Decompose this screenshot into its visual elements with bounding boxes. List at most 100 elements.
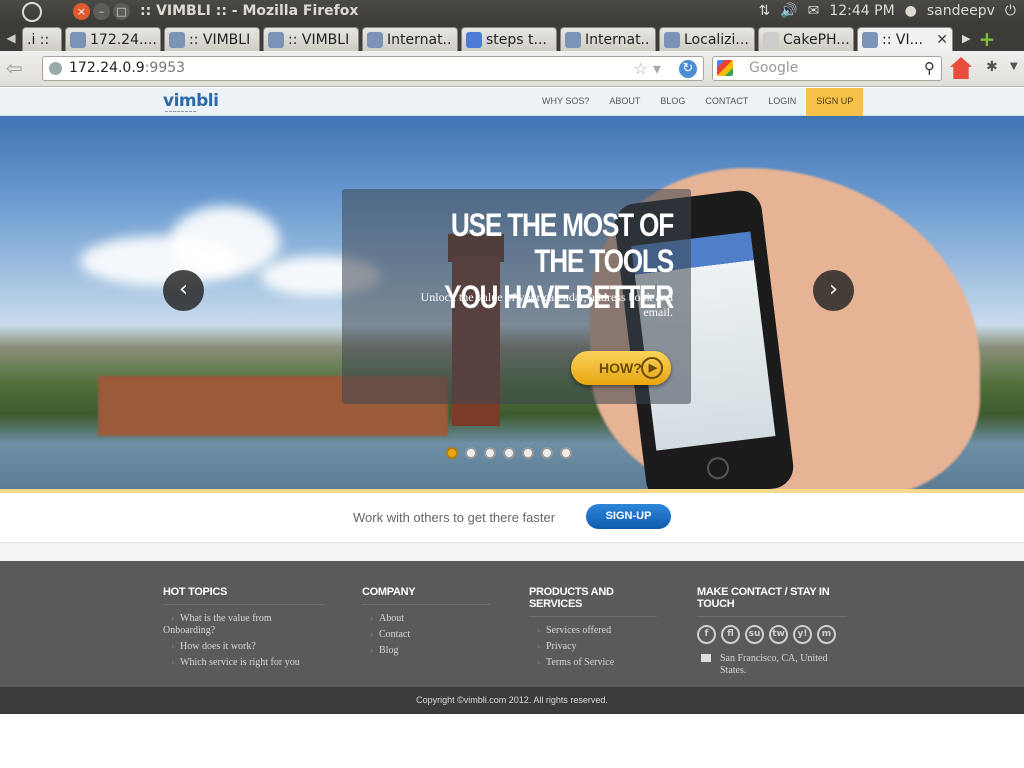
footer-link[interactable]: Privacy	[529, 641, 657, 653]
carousel-dot[interactable]	[541, 447, 553, 459]
network-icon[interactable]: ⇅	[758, 3, 770, 19]
footer-link[interactable]: Contact	[362, 629, 490, 641]
site-footer: HOT TOPICS What is the value from Onboar…	[0, 561, 1024, 687]
signup-button[interactable]: SIGN-UP	[586, 504, 671, 529]
ubuntu-logo-icon[interactable]	[22, 2, 42, 22]
page-favicon-icon	[664, 31, 680, 48]
footer-link[interactable]: Blog	[362, 645, 490, 657]
url-bar[interactable]: 172.24.0.9:9953 ☆ ▾ ↻	[42, 56, 704, 81]
volume-icon[interactable]: 🔊	[780, 3, 797, 19]
footer-link[interactable]: What is the value from Onboarding?	[163, 613, 325, 637]
tab-bar: ◀ .i :: 172.24.... :: VIMBLI :: :: VIMBL…	[0, 24, 1024, 51]
globe-icon	[49, 62, 62, 75]
email-icon[interactable]: m	[817, 625, 836, 644]
footer-contact: MAKE CONTACT / STAY IN TOUCH f fl su tw …	[697, 586, 847, 677]
tab[interactable]: Localizi...	[659, 27, 755, 51]
carousel-dot[interactable]	[446, 447, 458, 459]
play-arrow-icon: ▶	[641, 357, 663, 379]
new-tab-icon[interactable]: +	[978, 27, 995, 51]
google-search-engine-icon[interactable]	[717, 60, 733, 76]
hero-slider: USE THE MOST OF THE TOOLS YOU HAVE BETTE…	[0, 116, 1024, 489]
footer-heading: COMPANY	[362, 586, 490, 605]
toolbar-menu-arrow-icon[interactable]: ▼	[1010, 61, 1018, 72]
stumbleupon-icon[interactable]: su	[745, 625, 764, 644]
minimize-window-icon[interactable]: –	[93, 3, 110, 20]
pma-favicon-icon	[70, 31, 86, 48]
nav-signup[interactable]: SIGN UP	[806, 88, 864, 116]
url-port: :9953	[144, 60, 186, 76]
tab[interactable]: :: VIMBLI ::	[164, 27, 260, 51]
tab[interactable]: steps t...	[461, 27, 557, 51]
tab[interactable]: Internat...	[362, 27, 458, 51]
footer-link[interactable]: Services offered	[529, 625, 657, 637]
close-window-icon[interactable]: ×	[73, 3, 90, 20]
social-icons: f fl su tw y! m	[697, 625, 847, 644]
twitter-icon[interactable]: tw	[769, 625, 788, 644]
location-book-icon	[701, 654, 711, 662]
carousel-dots	[446, 447, 572, 459]
google-favicon-icon	[466, 31, 482, 48]
copyright-bar: Copyright ©vimbli.com 2012. All rights r…	[0, 687, 1024, 714]
url-host: 172.24.0.9	[69, 60, 145, 76]
footer-link[interactable]: Terms of Service	[529, 657, 657, 669]
facebook-icon[interactable]: f	[697, 625, 716, 644]
nav-contact[interactable]: CONTACT	[695, 88, 758, 116]
footer-company: COMPANY About Contact Blog	[362, 586, 490, 661]
page-favicon-icon	[268, 31, 284, 48]
footer-products: PRODUCTS AND SERVICES Services offered P…	[529, 586, 657, 673]
clock[interactable]: 12:44 PM	[829, 3, 894, 19]
how-button[interactable]: HOW? ▶	[571, 351, 671, 385]
page-favicon-icon	[862, 31, 878, 48]
mail-icon[interactable]: ✉	[808, 3, 820, 19]
username[interactable]: sandeepv	[927, 3, 995, 19]
power-icon[interactable]: ⏻	[1005, 3, 1016, 19]
footer-heading: HOT TOPICS	[163, 586, 325, 605]
carousel-next-icon[interactable]: ›	[813, 270, 854, 311]
hero-subtitle: Unlock the value of your calendar, addre…	[420, 290, 673, 319]
footer-link[interactable]: Which service is right for you	[163, 657, 325, 669]
back-arrow-icon[interactable]: ⇦	[6, 58, 28, 80]
tab-list-arrow-icon[interactable]: ▶	[962, 27, 970, 51]
tab-active[interactable]: :: VI... ✕	[857, 27, 953, 51]
tab[interactable]: :: VIMBLI ::	[263, 27, 359, 51]
footer-heading: MAKE CONTACT / STAY IN TOUCH	[697, 586, 847, 617]
web-page: vimbli ━━━━━━━━ WHY SOS? ABOUT BLOG CONT…	[0, 88, 1024, 768]
carousel-dot[interactable]	[465, 447, 477, 459]
hero-caption-panel: USE THE MOST OF THE TOOLS YOU HAVE BETTE…	[342, 189, 691, 404]
carousel-prev-icon[interactable]: ‹	[163, 270, 204, 311]
system-tray: ⇅ 🔊 ✉ 12:44 PM ● sandeepv ⏻	[758, 3, 1016, 19]
flickr-icon[interactable]: fl	[721, 625, 740, 644]
page-favicon-icon	[763, 31, 779, 48]
section-divider	[0, 543, 1024, 561]
tab-scroll-left-icon[interactable]: ◀	[0, 25, 22, 51]
footer-link[interactable]: About	[362, 613, 490, 625]
maximize-window-icon[interactable]: □	[113, 3, 130, 20]
nav-why-sos[interactable]: WHY SOS?	[532, 88, 599, 116]
vimbli-logo[interactable]: vimbli	[163, 91, 219, 111]
tab[interactable]: .i ::	[22, 27, 62, 51]
footer-hot-topics: HOT TOPICS What is the value from Onboar…	[163, 586, 325, 673]
site-header: vimbli ━━━━━━━━ WHY SOS? ABOUT BLOG CONT…	[0, 88, 1024, 116]
carousel-dot[interactable]	[503, 447, 515, 459]
system-top-panel: × – □ :: VIMBLI :: - Mozilla Firefox ⇅ 🔊…	[0, 0, 1024, 24]
nav-about[interactable]: ABOUT	[599, 88, 650, 116]
carousel-dot[interactable]	[522, 447, 534, 459]
close-tab-icon[interactable]: ✕	[936, 32, 948, 48]
home-icon[interactable]	[950, 57, 972, 79]
tab[interactable]: Internat...	[560, 27, 656, 51]
user-icon: ●	[904, 3, 917, 19]
tab[interactable]: 172.24....	[65, 27, 161, 51]
tab[interactable]: CakePH...	[758, 27, 854, 51]
firebug-icon[interactable]: ✱	[986, 59, 998, 75]
carousel-dot[interactable]	[484, 447, 496, 459]
search-input[interactable]: Google ⚲	[712, 56, 942, 81]
nav-login[interactable]: LOGIN	[758, 88, 806, 116]
yahoo-icon[interactable]: y!	[793, 625, 812, 644]
nav-blog[interactable]: BLOG	[650, 88, 695, 116]
footer-link[interactable]: How does it work?	[163, 641, 325, 653]
reload-icon[interactable]: ↻	[679, 60, 697, 78]
bookmark-star-icon[interactable]: ☆ ▾	[634, 57, 661, 80]
search-icon[interactable]: ⚲	[924, 57, 935, 80]
carousel-dot[interactable]	[560, 447, 572, 459]
page-favicon-icon	[367, 31, 383, 48]
